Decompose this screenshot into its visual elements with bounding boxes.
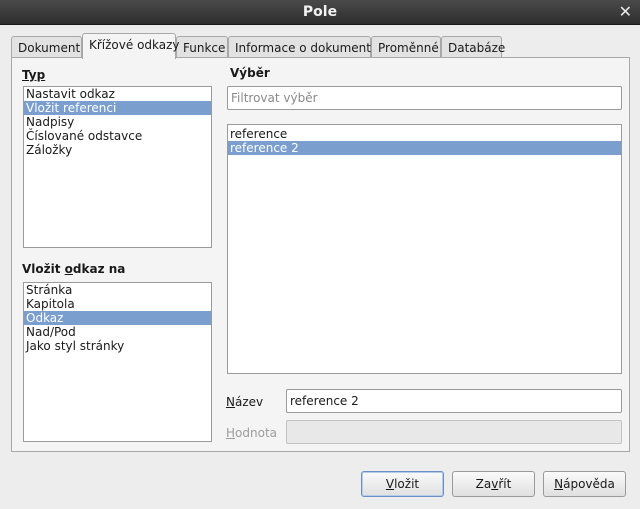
list-item[interactable]: reference — [228, 127, 621, 141]
list-item[interactable]: Nadpisy — [24, 115, 211, 129]
list-item[interactable]: Nastavit odkaz — [24, 87, 211, 101]
insert-button[interactable]: Vložit — [361, 471, 444, 497]
tab-dokument[interactable]: Dokument — [11, 36, 82, 59]
tab-database[interactable]: Databáze — [441, 36, 505, 59]
list-item[interactable]: reference 2 — [228, 141, 621, 155]
name-field[interactable]: reference 2 — [286, 389, 622, 413]
list-item[interactable]: Záložky — [24, 143, 211, 157]
tab-panel: Typ Nastavit odkaz Vložit referenci Nadp… — [11, 57, 630, 452]
tab-functions[interactable]: Funkce — [176, 36, 228, 59]
close-icon[interactable]: ✕ — [619, 2, 632, 21]
list-item[interactable]: Kapitola — [24, 297, 211, 311]
tab-cross-references[interactable]: Křížové odkazy — [82, 33, 180, 59]
help-button[interactable]: Nápověda — [543, 471, 626, 497]
value-label: Hodnota — [226, 426, 277, 440]
value-field — [286, 420, 622, 444]
selection-listbox[interactable]: reference reference 2 — [227, 124, 622, 374]
list-item[interactable]: Číslované odstavce — [24, 129, 211, 143]
window-title: Pole — [302, 4, 338, 20]
insert-reference-listbox[interactable]: Stránka Kapitola Odkaz Nad/Pod Jako styl… — [23, 282, 212, 442]
tab-document-info[interactable]: Informace o dokumentu — [228, 36, 379, 59]
close-button[interactable]: Zavřít — [452, 471, 535, 497]
type-listbox[interactable]: Nastavit odkaz Vložit referenci Nadpisy … — [23, 86, 212, 248]
list-item[interactable]: Jako styl stránky — [24, 339, 211, 353]
tab-variables[interactable]: Proměnné — [371, 36, 441, 59]
list-item[interactable]: Vložit referenci — [24, 101, 211, 115]
list-item[interactable]: Stránka — [24, 283, 211, 297]
selection-label: Výběr — [230, 66, 270, 80]
title-bar: Pole ✕ — [0, 0, 640, 25]
type-label: Typ — [22, 68, 46, 82]
filter-selection-input[interactable]: Filtrovat výběr — [227, 86, 622, 110]
name-label: Název — [226, 395, 264, 409]
list-item[interactable]: Odkaz — [24, 311, 211, 325]
insert-reference-label: Vložit odkaz na — [22, 262, 126, 276]
list-item[interactable]: Nad/Pod — [24, 325, 211, 339]
